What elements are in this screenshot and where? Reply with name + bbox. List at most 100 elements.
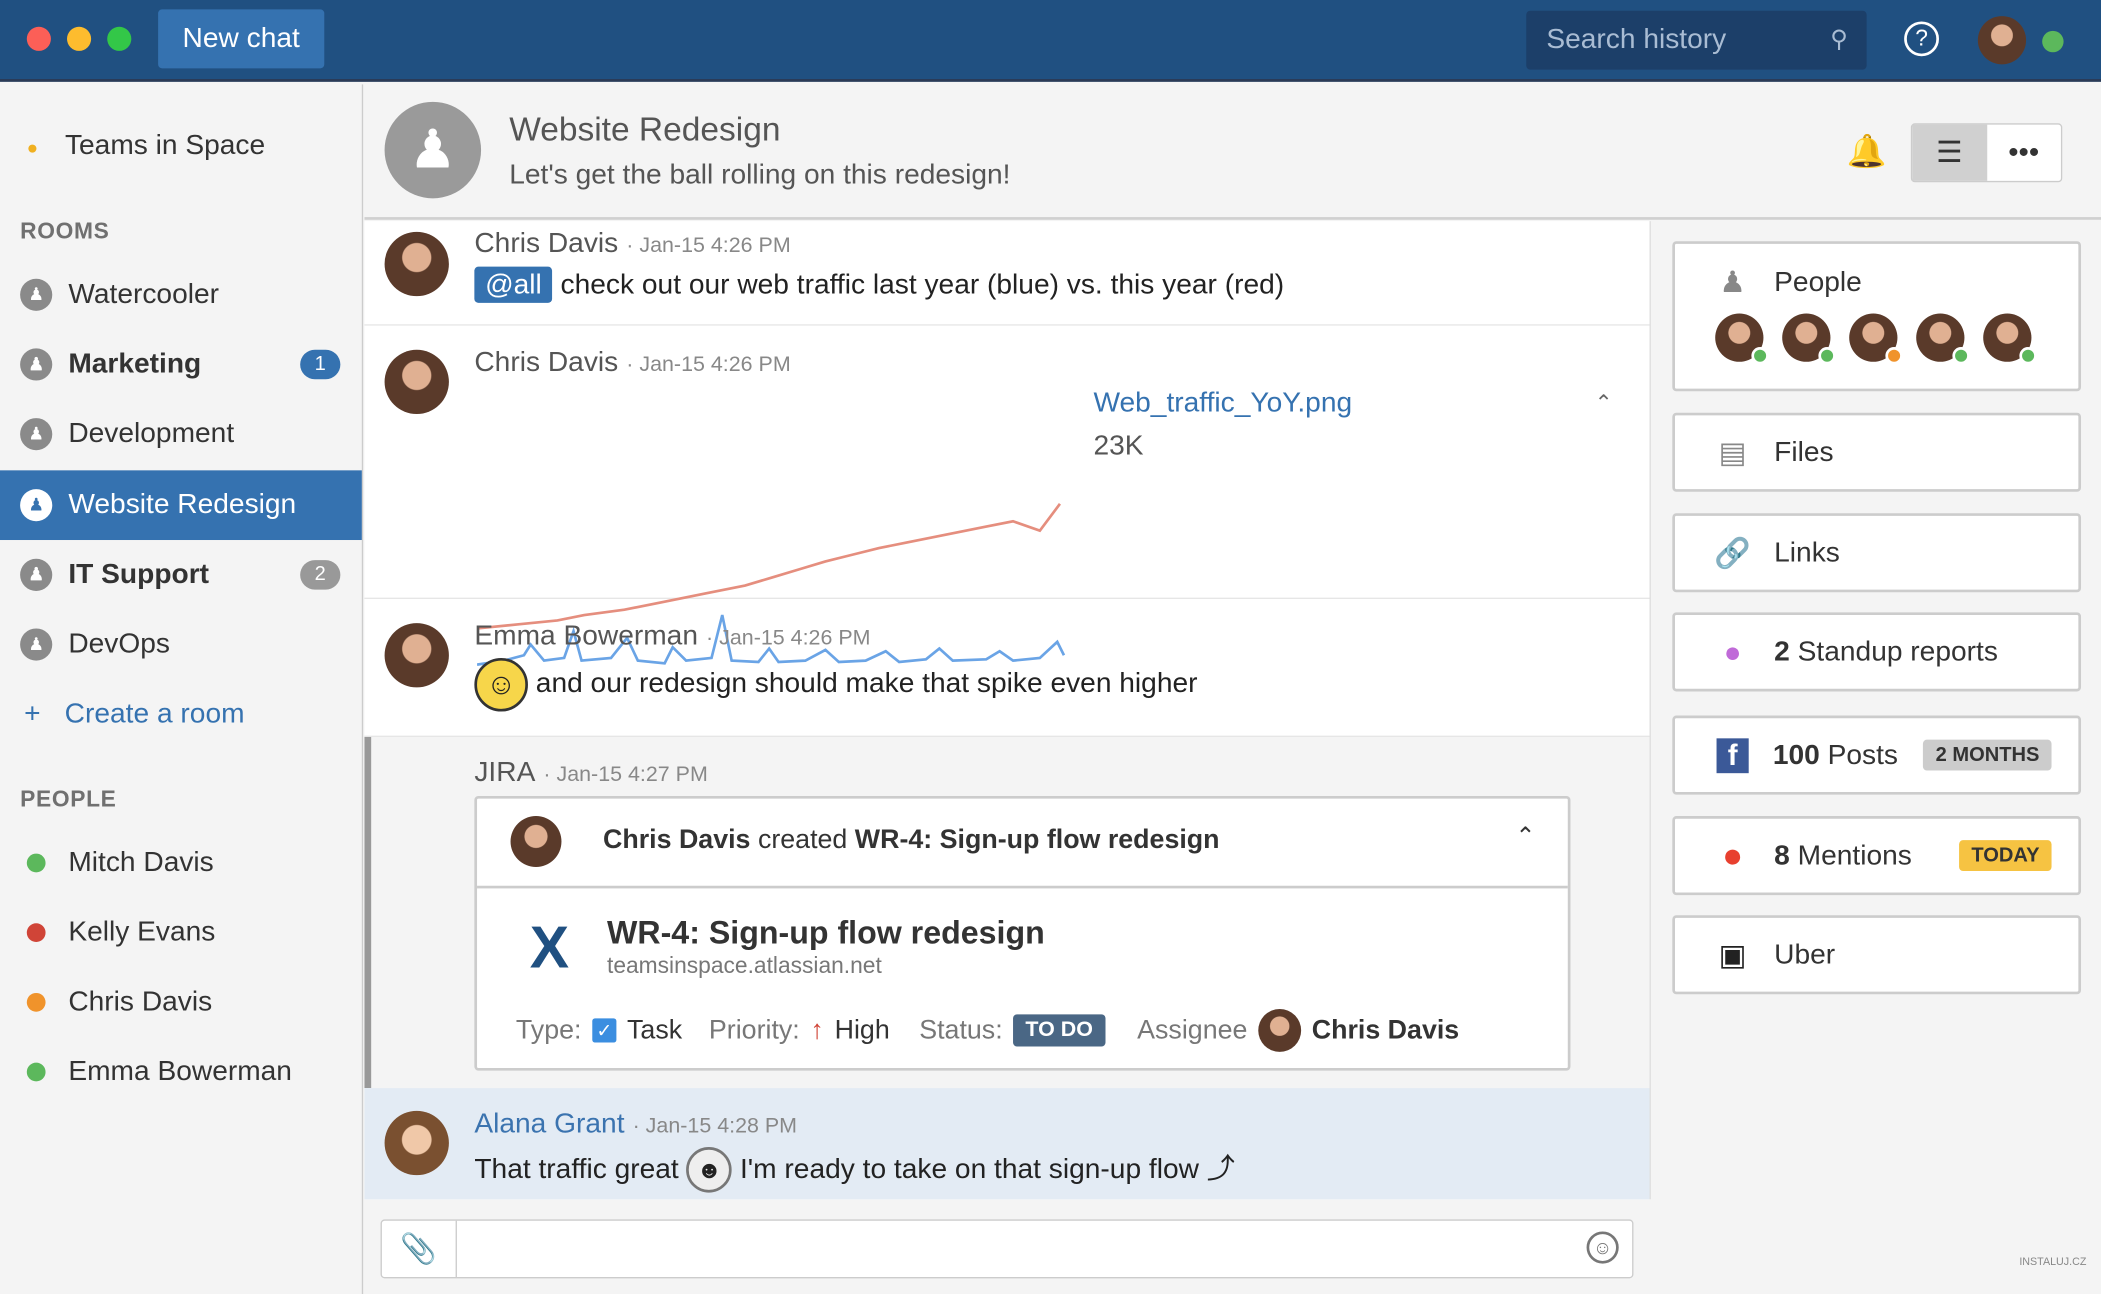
message-input[interactable]: 📎 ☺ <box>380 1219 1634 1279</box>
jira-activity: Chris Davis created WR-4: Sign-up flow r… <box>603 825 1220 856</box>
new-chat-button[interactable]: New chat <box>158 9 325 69</box>
assignee-value: Chris Davis <box>1311 1015 1460 1045</box>
mentions-count: 8 <box>1774 839 1790 871</box>
bell-icon[interactable]: 🔔 <box>1847 133 1887 172</box>
sidebar-item-marketing[interactable]: ♟ Marketing 1 <box>0 330 362 400</box>
sidebar-person-kelly-evans[interactable]: Kelly Evans <box>0 898 215 968</box>
priority-value: High <box>834 1015 890 1045</box>
sidebar-item-it-support[interactable]: ♟ IT Support 2 <box>0 540 362 610</box>
away-status-icon <box>1885 347 1903 365</box>
more-options-icon[interactable]: ••• <box>1987 125 2061 181</box>
avatar <box>510 816 562 867</box>
room-icon: ♟ <box>20 348 53 381</box>
files-label: Files <box>1774 436 1834 467</box>
issue-link[interactable]: WR-4: Sign-up flow redesign <box>855 825 1220 854</box>
plus-icon: + <box>24 698 41 729</box>
people-avatars <box>1715 313 2050 365</box>
avatar[interactable] <box>1849 313 1903 365</box>
facebook-icon: f <box>1716 737 1749 773</box>
uber-card[interactable]: ▣ Uber <box>1672 915 2082 995</box>
sidebar-person-chris-davis[interactable]: Chris Davis <box>0 967 212 1037</box>
facebook-card[interactable]: f 100 Posts 2 MONTHS <box>1672 715 2082 795</box>
message-text: @all check out our web traffic last year … <box>474 266 1284 303</box>
timestamp: · Jan-15 4:26 PM <box>706 627 871 650</box>
close-window-button[interactable] <box>26 26 51 51</box>
jira-issue-card: Chris Davis created WR-4: Sign-up flow r… <box>474 795 1571 1071</box>
room-header: ♟ Website Redesign Let's get the ball ro… <box>364 84 2101 220</box>
text: I'm ready to take on that sign-up flow ⤴ <box>739 1153 1235 1185</box>
mention-tag[interactable]: @all <box>474 266 553 303</box>
mentions-label: Mentions <box>1797 839 1912 871</box>
message-header: Chris Davis · Jan-15 4:26 PM <box>474 347 790 379</box>
issue-title[interactable]: WR-4: Sign-up flow redesign <box>607 915 1045 953</box>
meme-emoji-icon: ☻ <box>686 1147 733 1194</box>
avatar[interactable] <box>1916 313 1970 365</box>
watermark-text: INSTALUJ.CZ <box>2019 1255 2087 1268</box>
standup-card[interactable]: ● 2 Standup reports <box>1672 612 2082 692</box>
file-link[interactable]: Web_traffic_YoY.png <box>1093 387 1352 419</box>
room-avatar-icon: ♟ <box>384 101 482 199</box>
creator: Chris Davis <box>603 825 751 855</box>
action: created <box>757 825 848 855</box>
posts-period-tag: 2 MONTHS <box>1923 739 2052 771</box>
avatar[interactable] <box>1782 313 1836 365</box>
jira-card-header: Chris Davis created WR-4: Sign-up flow r… <box>477 799 1568 889</box>
author-name[interactable]: Chris Davis <box>474 347 618 378</box>
author-name[interactable]: Chris Davis <box>474 228 618 259</box>
message-header: Chris Davis · Jan-15 4:26 PM <box>474 228 790 260</box>
collapse-chevron-icon[interactable]: ⌃ <box>1595 390 1613 417</box>
sidebar-item-website-redesign[interactable]: ♟ Website Redesign <box>0 470 362 541</box>
top-bar: New chat Search history ⚲ ? <box>0 0 2101 82</box>
online-status-icon <box>1952 347 1970 365</box>
away-status-icon <box>26 992 46 1012</box>
emoji-smiley-icon[interactable]: ☺ <box>1586 1231 1619 1264</box>
issue-fields: Type: ✓ Task Priority: ↑ High Status: TO… <box>516 1009 1459 1052</box>
team-label: Teams in Space <box>64 129 266 161</box>
help-icon[interactable]: ? <box>1904 21 1939 57</box>
unread-badge: 2 <box>300 560 341 590</box>
author-name[interactable]: Emma Bowerman <box>474 620 698 651</box>
room-icon: ♟ <box>20 489 53 522</box>
posts-count: 100 <box>1772 739 1820 770</box>
person-name: Mitch Davis <box>68 846 214 878</box>
timestamp: · Jan-15 4:26 PM <box>626 234 791 258</box>
standup-bot-icon: ● <box>1723 634 1742 668</box>
team-name[interactable]: ● Teams in Space <box>27 130 265 162</box>
message: Emma Bowerman · Jan-15 4:26 PM ☺ and our … <box>364 599 1650 737</box>
sidebar-item-development[interactable]: ♟ Development <box>0 399 362 469</box>
people-card[interactable]: ♟ People <box>1672 241 2082 392</box>
online-status-icon <box>1751 347 1769 365</box>
avatar[interactable] <box>1715 313 1769 365</box>
maximize-window-button[interactable] <box>107 26 132 51</box>
document-icon: ▤ <box>1718 434 1747 469</box>
sidebar-person-emma-bowerman[interactable]: Emma Bowerman <box>0 1037 292 1107</box>
view-toggle: ☰ ••• <box>1910 123 2063 183</box>
timestamp: · Jan-15 4:28 PM <box>632 1114 798 1138</box>
search-history-input[interactable]: Search history ⚲ <box>1526 10 1867 70</box>
timestamp: · Jan-15 4:26 PM <box>626 353 791 377</box>
avatar <box>384 1110 449 1176</box>
create-room-link[interactable]: + Create a room <box>24 698 244 730</box>
files-card[interactable]: ▤ Files <box>1672 412 2082 492</box>
text: That traffic great <box>474 1153 679 1185</box>
attach-paperclip-icon[interactable]: 📎 <box>382 1220 457 1278</box>
mentions-card[interactable]: ● 8 Mentions TODAY <box>1672 816 2082 896</box>
priority-label: Priority: <box>708 1015 800 1045</box>
minimize-window-button[interactable] <box>67 26 92 51</box>
collapse-double-chevron-icon[interactable]: ⌃ <box>1515 823 1535 851</box>
author-name[interactable]: Alana Grant <box>474 1108 624 1139</box>
links-card[interactable]: 🔗 Links <box>1672 513 2082 593</box>
file-size: 23K <box>1093 430 1144 461</box>
avatar[interactable] <box>1983 313 2037 365</box>
sidebar-person-mitch-davis[interactable]: Mitch Davis <box>0 828 214 898</box>
user-avatar[interactable] <box>1977 16 2027 65</box>
links-label: Links <box>1774 536 1840 568</box>
search-placeholder: Search history <box>1546 24 1727 55</box>
message: Alana Grant · Jan-15 4:28 PM That traffic… <box>364 1088 1650 1200</box>
sidebar-item-watercooler[interactable]: ♟ Watercooler <box>0 260 362 330</box>
online-status-icon <box>2019 347 2037 365</box>
uber-icon: ▣ <box>1718 937 1747 971</box>
sidebar-item-devops[interactable]: ♟ DevOps <box>0 610 362 680</box>
avatar <box>384 623 449 688</box>
list-view-icon[interactable]: ☰ <box>1912 124 1987 181</box>
